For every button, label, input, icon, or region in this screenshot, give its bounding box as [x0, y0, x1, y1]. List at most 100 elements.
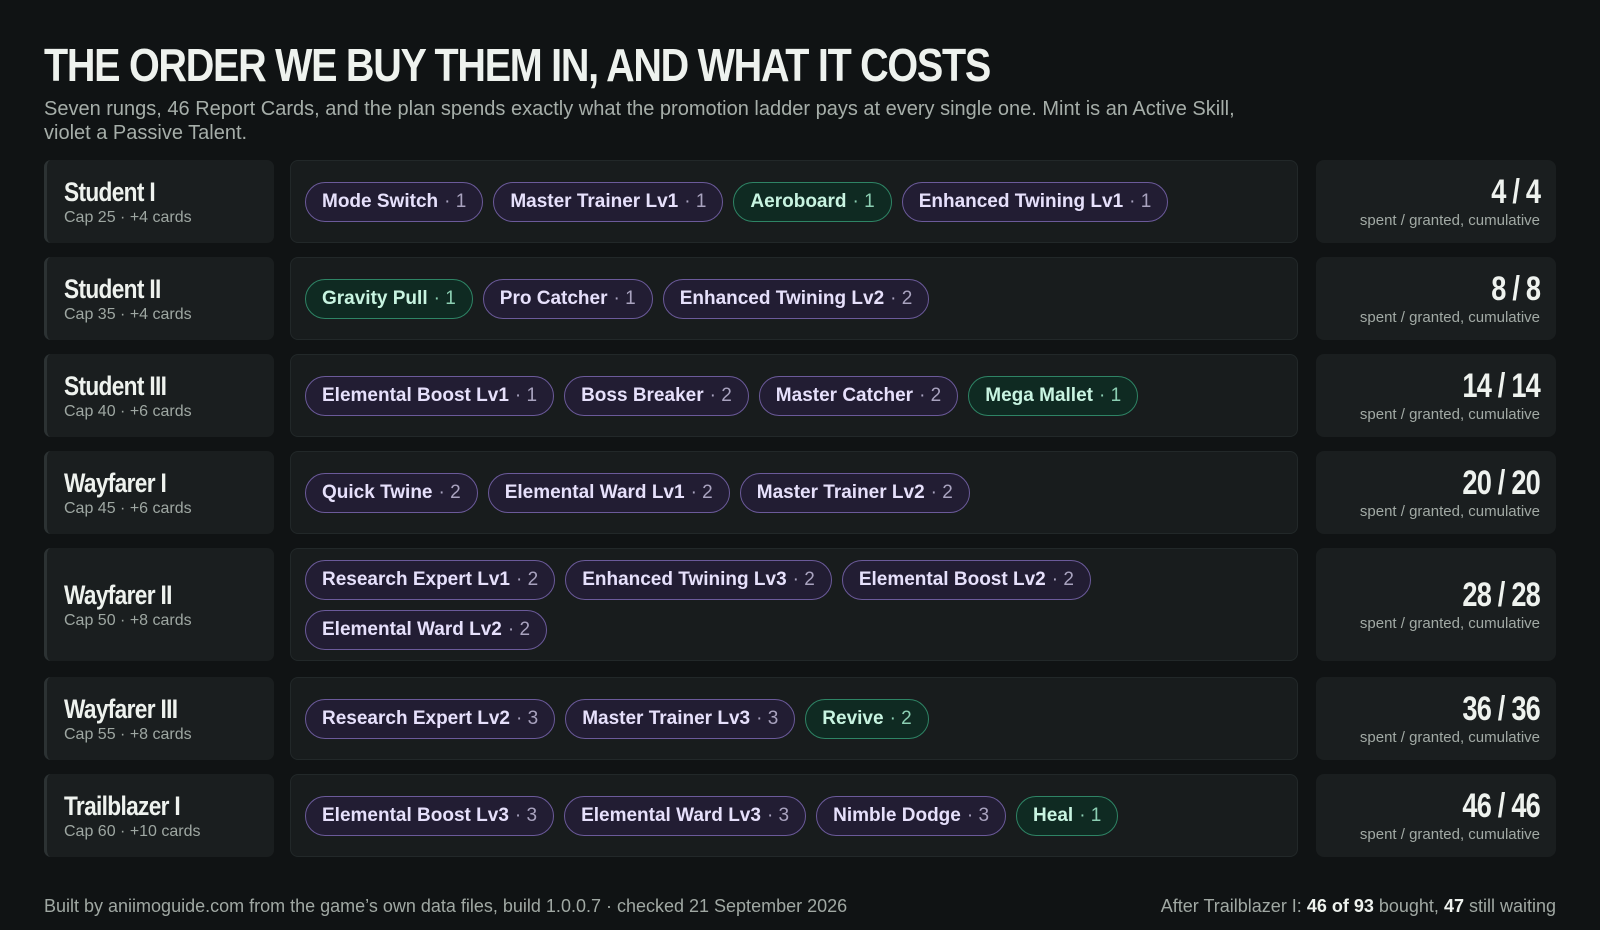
card-name: Nimble Dodge: [833, 804, 961, 826]
rank-label: Student I Cap 25 · +4 cards: [44, 160, 274, 243]
page-title: THE ORDER WE BUY THEM IN, AND WHAT IT CO…: [44, 39, 991, 91]
passive-talent-pill: Elemental Boost Lv1 · 1: [305, 375, 555, 416]
rank-row: Student II Cap 35 · +4 cards Gravity Pull ·…: [44, 257, 1556, 340]
card-name: Aeroboard: [750, 190, 847, 212]
page-subtitle: Seven rungs, 46 Report Cards, and the pl…: [44, 98, 1235, 144]
tally-label: spent / granted, cumulative: [1359, 309, 1540, 326]
summary-suffix: still waiting: [1463, 896, 1556, 916]
tally-value: 4 / 4: [1491, 173, 1541, 211]
card-cost: · 1: [1098, 384, 1122, 406]
card-name: Heal: [1033, 804, 1074, 826]
card-name: Enhanced Twining Lv1: [918, 190, 1124, 212]
card-name: Mode Switch: [322, 190, 439, 212]
card-cost: · 3: [766, 804, 790, 826]
summary-prefix: After Trailblazer I:: [1160, 896, 1307, 916]
passive-talent-pill: Master Catcher · 2: [758, 375, 959, 416]
rank-name: Student II: [64, 273, 161, 304]
card-name: Enhanced Twining Lv3: [582, 568, 787, 590]
card-name: Elemental Boost Lv3: [322, 804, 509, 826]
footer-source: Built by aniimoguide.com from the game’s…: [44, 896, 848, 916]
card-cost: · 2: [507, 618, 531, 640]
card-name: Master Trainer Lv3: [582, 707, 751, 729]
passive-talent-pill: Master Trainer Lv2 · 2: [739, 472, 970, 513]
rank-cap: Cap 40 · +6 cards: [64, 402, 192, 420]
card-cost: · 2: [709, 384, 732, 406]
card-name: Mega Mallet: [985, 384, 1093, 406]
card-name: Research Expert Lv2: [322, 707, 510, 729]
card-cost: · 1: [433, 287, 456, 309]
tally-label: spent / granted, cumulative: [1359, 729, 1540, 746]
rank-label: Trailblazer I Cap 60 · +10 cards: [44, 774, 274, 857]
rank-cap: Cap 60 · +10 cards: [64, 822, 201, 840]
summary-middle: bought,: [1373, 896, 1444, 916]
passive-talent-pill: Boss Breaker · 2: [564, 375, 749, 416]
passive-talent-pill: Elemental Boost Lv3 · 3: [305, 795, 555, 836]
card-cost: · 1: [444, 190, 467, 212]
tally-label: spent / granted, cumulative: [1359, 503, 1540, 520]
card-cost: · 3: [966, 804, 990, 826]
rank-cap: Cap 50 · +8 cards: [64, 611, 192, 629]
rank-name: Student III: [64, 370, 167, 401]
summary-bought: 46 of 93: [1306, 896, 1374, 916]
passive-talent-pill: Quick Twine · 2: [305, 472, 478, 513]
card-name: Quick Twine: [322, 481, 433, 503]
card-cost: · 1: [514, 384, 538, 406]
card-name: Pro Catcher: [499, 287, 608, 309]
card-cost: · 2: [792, 568, 815, 590]
tally: 46 / 46 spent / granted, cumulative: [1316, 774, 1556, 857]
card-cost: · 2: [889, 707, 912, 729]
active-skill-pill: Gravity Pull · 1: [305, 278, 473, 319]
card-cost: · 1: [852, 190, 875, 212]
card-list: Gravity Pull · 1 Pro Catcher · 1 Enhanced Tw…: [290, 257, 1298, 340]
card-cost: · 1: [684, 190, 707, 212]
summary-waiting: 47: [1443, 896, 1464, 916]
card-name: Master Trainer Lv2: [756, 481, 925, 503]
passive-talent-pill: Research Expert Lv1 · 2: [305, 559, 556, 600]
tally: 28 / 28 spent / granted, cumulative: [1316, 548, 1556, 661]
card-cost: · 2: [1051, 568, 1074, 590]
passive-talent-pill: Enhanced Twining Lv3 · 2: [565, 559, 832, 600]
tally: 4 / 4 spent / granted, cumulative: [1316, 160, 1556, 243]
card-name: Gravity Pull: [322, 287, 428, 309]
rank-label: Student II Cap 35 · +4 cards: [44, 257, 274, 340]
card-list: Research Expert Lv1 · 2 Enhanced Twining L…: [290, 548, 1298, 661]
rank-row: Wayfarer II Cap 50 · +8 cards Research Exp…: [44, 548, 1556, 661]
active-skill-pill: Aeroboard · 1: [733, 181, 892, 222]
rank-name: Wayfarer I: [64, 467, 167, 498]
rank-label: Student III Cap 40 · +6 cards: [44, 354, 274, 437]
passive-talent-pill: Enhanced Twining Lv1 · 1: [901, 181, 1169, 222]
card-list: Elemental Boost Lv3 · 3 Elemental Ward Lv3…: [290, 774, 1298, 857]
card-cost: · 3: [516, 707, 539, 729]
tally-value: 20 / 20: [1462, 464, 1540, 502]
card-cost: · 3: [514, 804, 538, 826]
passive-talent-pill: Elemental Ward Lv2 · 2: [305, 609, 548, 650]
card-name: Elemental Boost Lv2: [858, 568, 1046, 590]
card-name: Master Catcher: [775, 384, 914, 406]
tally: 8 / 8 spent / granted, cumulative: [1316, 257, 1556, 340]
card-name: Elemental Ward Lv2: [322, 618, 502, 640]
rank-row: Trailblazer I Cap 60 · +10 cards Elemental…: [44, 774, 1556, 857]
card-cost: · 2: [930, 481, 953, 503]
tally-value: 14 / 14: [1462, 367, 1540, 405]
rank-cap: Cap 55 · +8 cards: [64, 725, 192, 743]
footer-summary: After Trailblazer I: 46 of 93 bought, 47…: [1161, 896, 1556, 917]
rank-label: Wayfarer III Cap 55 · +8 cards: [44, 677, 274, 760]
passive-talent-pill: Pro Catcher · 1: [482, 278, 653, 319]
tally-value: 28 / 28: [1462, 576, 1540, 614]
passive-talent-pill: Master Trainer Lv3 · 3: [565, 698, 796, 739]
tally-value: 8 / 8: [1491, 270, 1541, 308]
card-name: Research Expert Lv1: [322, 568, 510, 590]
passive-talent-pill: Elemental Boost Lv2 · 2: [841, 559, 1091, 600]
card-name: Master Trainer Lv1: [510, 190, 679, 212]
card-cost: · 1: [1129, 190, 1152, 212]
card-name: Enhanced Twining Lv2: [679, 287, 885, 309]
card-list: Mode Switch · 1 Master Trainer Lv1 · 1 Aerob…: [290, 160, 1298, 243]
card-list: Research Expert Lv2 · 3 Master Trainer Lv3…: [290, 677, 1298, 760]
tally-label: spent / granted, cumulative: [1359, 406, 1540, 423]
passive-talent-pill: Nimble Dodge · 3: [816, 795, 1007, 836]
active-skill-pill: Mega Mallet · 1: [968, 375, 1139, 416]
card-name: Elemental Ward Lv3: [581, 804, 761, 826]
rank-row: Wayfarer I Cap 45 · +6 cards Quick Twine · …: [44, 451, 1556, 534]
passive-talent-pill: Elemental Ward Lv3 · 3: [564, 795, 807, 836]
passive-talent-pill: Elemental Ward Lv1 · 2: [487, 472, 730, 513]
